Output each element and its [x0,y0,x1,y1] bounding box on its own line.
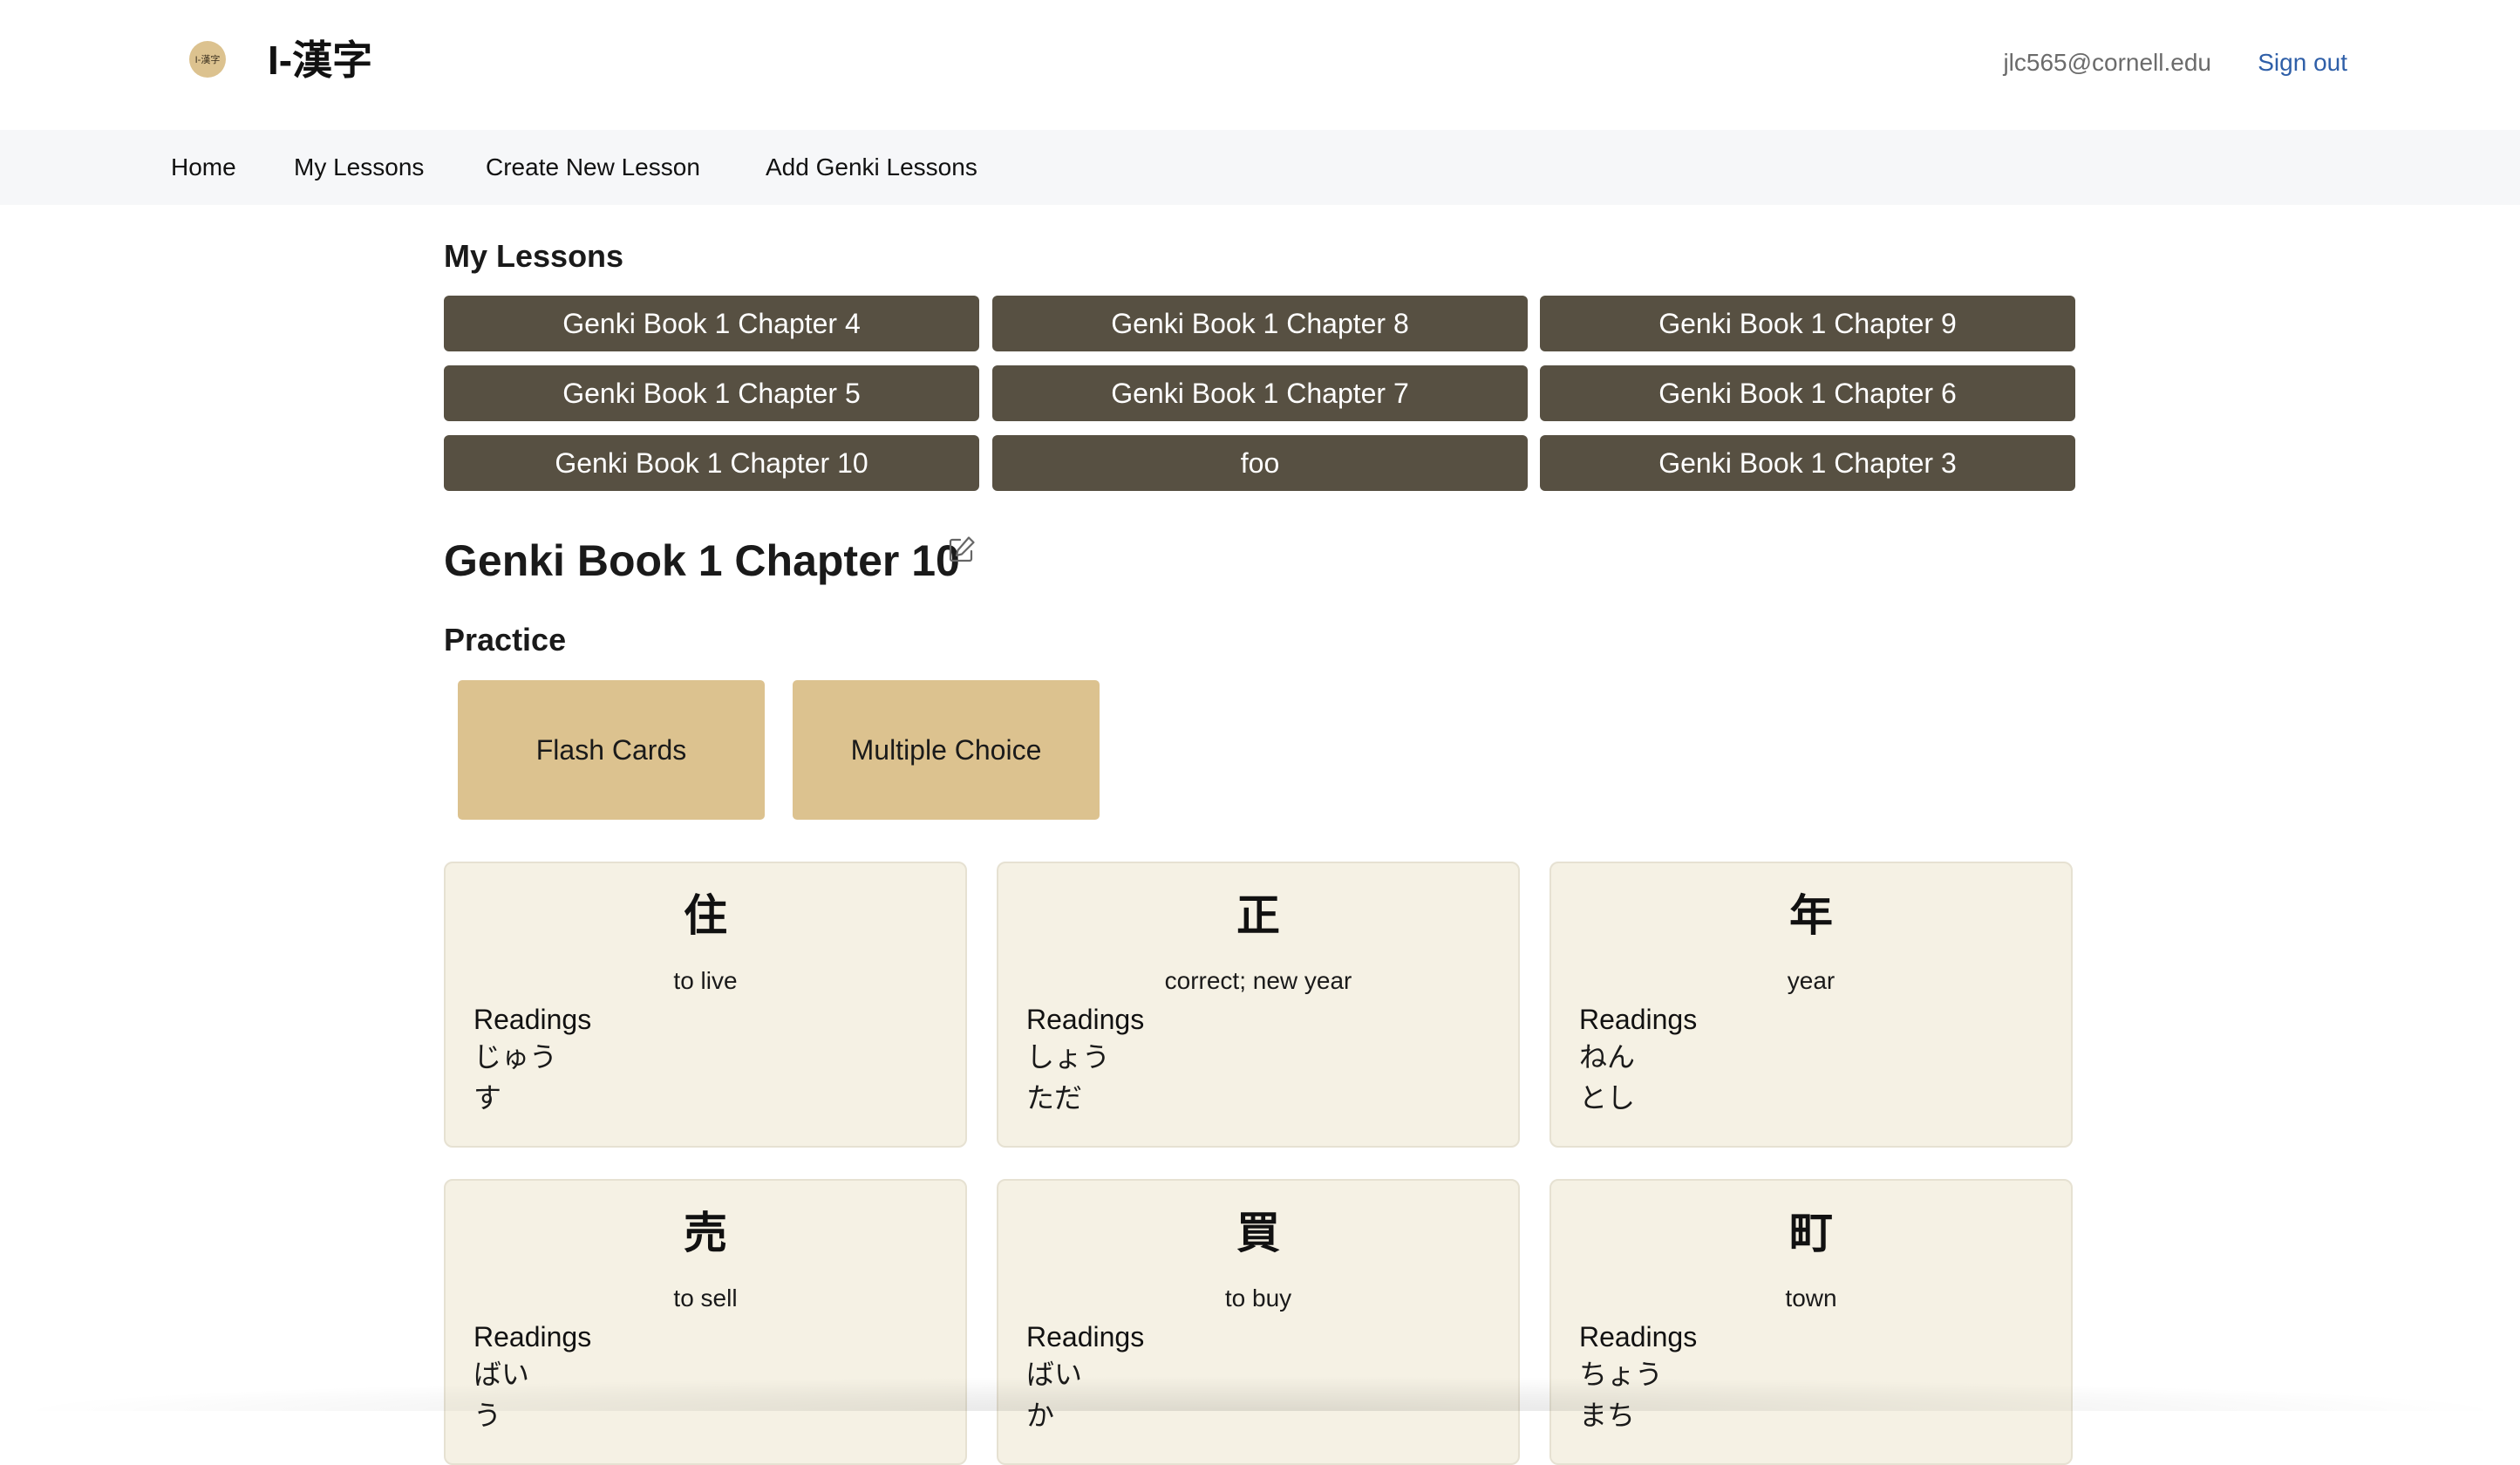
lesson-button[interactable]: Genki Book 1 Chapter 7 [992,365,1528,421]
kanji-meaning: to sell [673,1284,738,1312]
practice-title: Practice [444,622,567,658]
readings-label: Readings [473,1004,592,1035]
nav-item-home[interactable]: Home [171,151,236,184]
nav-item-create-new-lesson[interactable]: Create New Lesson [486,151,700,184]
logo-icon[interactable]: I-漢字 [189,41,226,78]
multiple-choice-button[interactable]: Multiple Choice [793,680,1100,820]
readings-label: Readings [1579,1004,1698,1035]
user-email: jlc565@cornell.edu [2003,49,2211,76]
kanji-character: 買 [1236,1209,1280,1257]
lesson-button[interactable]: Genki Book 1 Chapter 3 [1540,435,2075,491]
flash-cards-button[interactable]: Flash Cards [458,680,765,820]
kanji-reading: じゅう [473,1041,558,1073]
kanji-reading: う [473,1400,502,1431]
kanji-reading: まち [1579,1400,1636,1431]
kanji-reading: しょう [1026,1041,1111,1073]
readings-label: Readings [1579,1321,1698,1353]
lesson-title: Genki Book 1 Chapter 10 [444,536,960,585]
kanji-reading: ちょう [1579,1359,1664,1390]
kanji-reading: ばい [473,1359,530,1390]
sign-out-link[interactable]: Sign out [2258,45,2347,80]
kanji-reading: ただ [1026,1082,1083,1114]
kanji-card[interactable]: 買 to buy Readings ばい か [997,1179,1520,1465]
lesson-button[interactable]: Genki Book 1 Chapter 4 [444,296,979,351]
app-title[interactable]: I-漢字 [268,32,372,88]
app-header: I-漢字 I-漢字 jlc565@cornell.edu Sign out [0,0,2520,130]
readings-label: Readings [1026,1004,1145,1035]
kanji-character: 正 [1236,891,1280,940]
kanji-card[interactable]: 売 to sell Readings ばい う [444,1179,967,1465]
kanji-card[interactable]: 町 town Readings ちょう まち [1549,1179,2073,1465]
kanji-card[interactable]: 住 to live Readings じゅう す [444,862,967,1148]
kanji-meaning: town [1785,1284,1837,1312]
nav-item-add-genki-lessons[interactable]: Add Genki Lessons [766,151,977,184]
lesson-button[interactable]: Genki Book 1 Chapter 6 [1540,365,2075,421]
edit-icon[interactable] [947,535,977,564]
kanji-character: 住 [684,891,727,940]
nav-item-my-lessons[interactable]: My Lessons [294,151,424,184]
kanji-meaning: year [1787,967,1836,994]
lesson-button[interactable]: Genki Book 1 Chapter 10 [444,435,979,491]
kanji-character: 町 [1789,1209,1833,1257]
readings-label: Readings [1026,1321,1145,1353]
lesson-button[interactable]: Genki Book 1 Chapter 5 [444,365,979,421]
my-lessons-title: My Lessons [444,238,624,274]
kanji-character: 年 [1789,891,1833,940]
kanji-meaning: correct; new year [1164,967,1352,994]
kanji-reading: す [473,1082,502,1114]
kanji-reading: か [1026,1400,1055,1431]
kanji-meaning: to buy [1224,1284,1292,1312]
kanji-reading: ばい [1026,1359,1083,1390]
kanji-card[interactable]: 正 correct; new year Readings しょう ただ [997,862,1520,1148]
kanji-meaning: to live [673,967,738,994]
kanji-reading: とし [1579,1082,1636,1114]
nav-bar: Home My Lessons Create New Lesson Add Ge… [0,130,2520,205]
kanji-character: 売 [684,1209,727,1257]
lesson-button[interactable]: Genki Book 1 Chapter 8 [992,296,1528,351]
lesson-button[interactable]: Genki Book 1 Chapter 9 [1540,296,2075,351]
lesson-button[interactable]: foo [992,435,1528,491]
kanji-card[interactable]: 年 year Readings ねん とし [1549,862,2073,1148]
kanji-reading: ねん [1579,1041,1636,1073]
readings-label: Readings [473,1321,592,1353]
